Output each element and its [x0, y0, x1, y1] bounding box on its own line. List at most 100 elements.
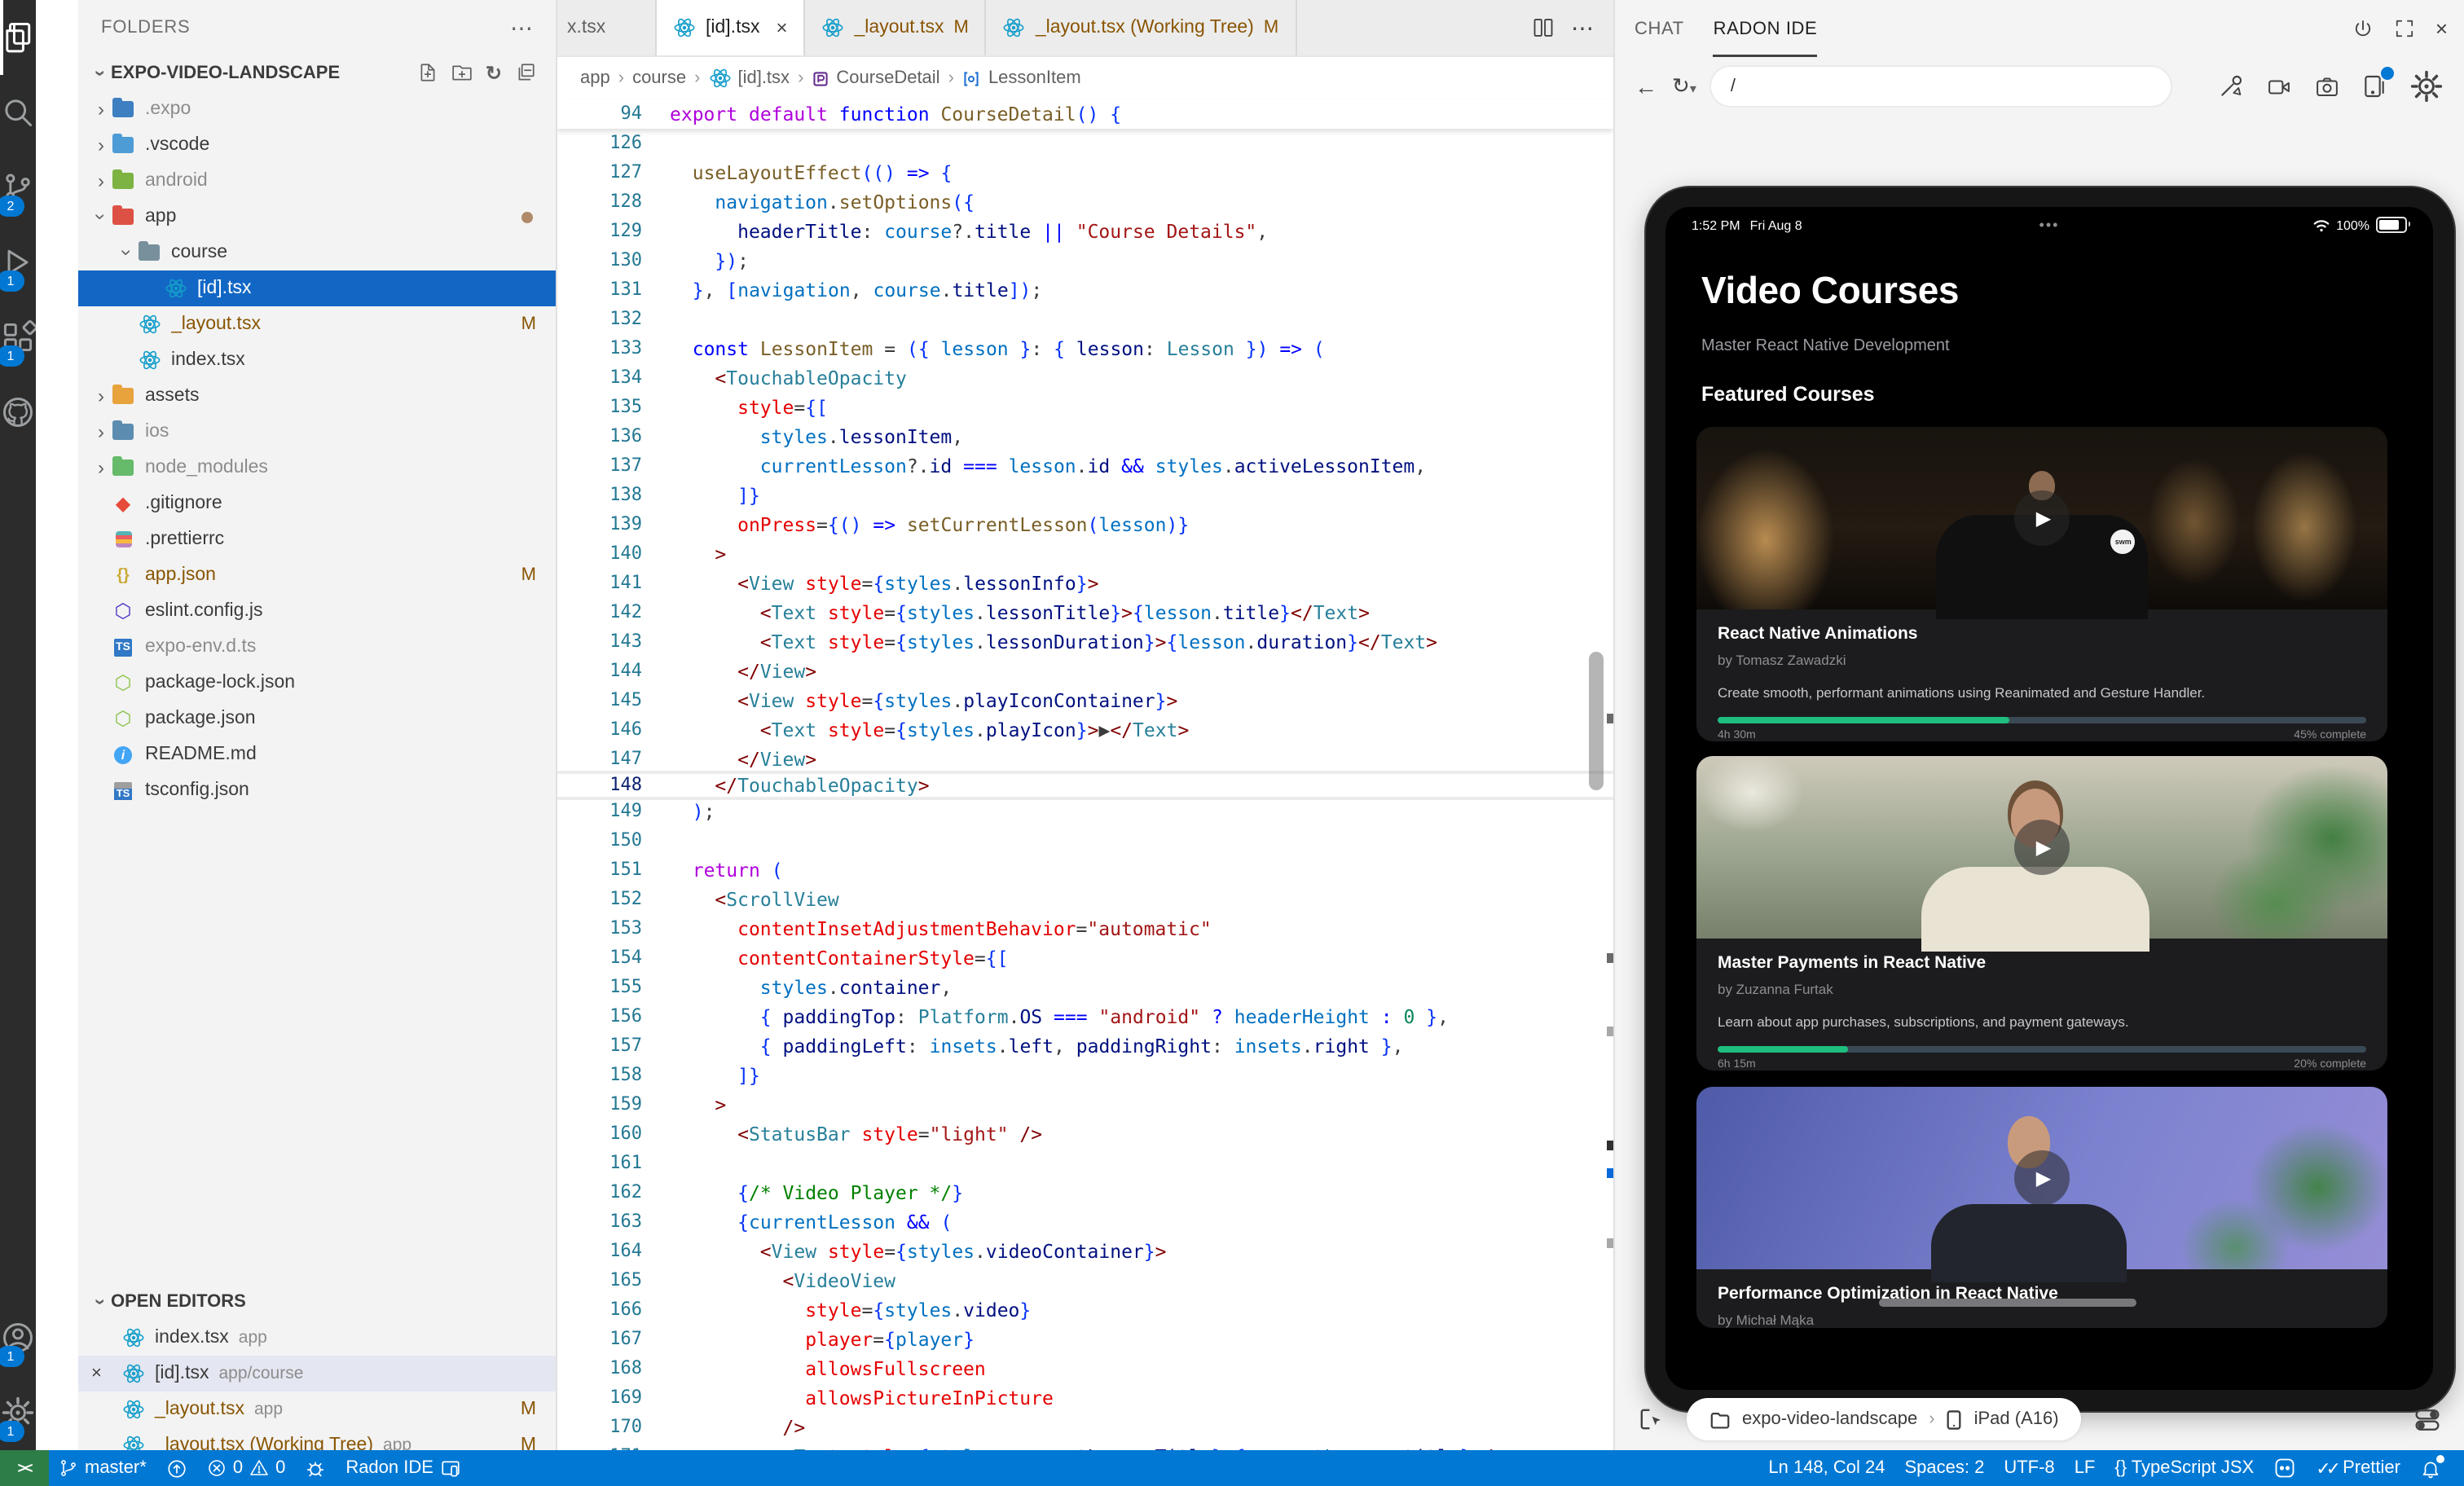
status-language[interactable]: {} TypeScript JSX [2105, 1450, 2264, 1486]
code-line-135[interactable]: 135 style={[ [557, 393, 1613, 422]
new-file-icon[interactable] [417, 62, 438, 85]
ipad-screen[interactable]: 1:52 PM Fri Aug 8 ••• 100% Video Courses… [1665, 207, 2433, 1390]
code-line-165[interactable]: 165 <VideoView [557, 1266, 1613, 1295]
code-line-164[interactable]: 164 <View style={styles.videoContainer}> [557, 1237, 1613, 1266]
code-line-161[interactable]: 161 [557, 1149, 1613, 1178]
code-line-143[interactable]: 143 <Text style={styles.lessonDuration}>… [557, 627, 1613, 657]
status-cursor-position[interactable]: Ln 148, Col 24 [1758, 1450, 1894, 1486]
tree-item--prettierrc[interactable]: .prettierrc [78, 521, 556, 557]
code-line-131[interactable]: 131 }, [navigation, course.title]); [557, 275, 1613, 305]
refresh-icon[interactable]: ↻ [486, 62, 502, 85]
activity-source-control[interactable]: 2 [0, 150, 36, 225]
activity-account[interactable]: 1 [0, 1300, 36, 1375]
tree-item-expo-env-d-ts[interactable]: TSexpo-env.d.ts [78, 629, 556, 665]
breadcrumb-item-coursedetail[interactable]: CourseDetail [812, 68, 939, 88]
status-branch[interactable]: master* [49, 1450, 156, 1486]
video-thumbnail[interactable]: ▶ [1696, 756, 2387, 939]
code-line-159[interactable]: 159 > [557, 1090, 1613, 1119]
status-radon-face[interactable] [2264, 1450, 2306, 1486]
video-thumbnail[interactable]: swm▶ [1696, 427, 2387, 609]
status-indentation[interactable]: Spaces: 2 [1895, 1450, 1995, 1486]
tree-item--gitignore[interactable]: ◆.gitignore [78, 486, 556, 521]
status-problems[interactable]: 00 [197, 1450, 296, 1486]
reload-icon[interactable]: ↻▾ [1672, 73, 1696, 99]
code-line-157[interactable]: 157 { paddingLeft: insets.left, paddingR… [557, 1031, 1613, 1061]
video-scrubber[interactable] [1879, 1299, 2136, 1306]
tree-item--vscode[interactable]: ›.vscode [78, 127, 556, 163]
settings-icon[interactable] [2409, 68, 2444, 104]
code-line-162[interactable]: 162 {/* Video Player */} [557, 1178, 1613, 1207]
tree-item-assets[interactable]: ›assets [78, 378, 556, 414]
panel-tab-chat[interactable]: CHAT [1635, 0, 1684, 57]
code-line-167[interactable]: 167 player={player} [557, 1325, 1613, 1354]
remote-indicator[interactable]: >< [0, 1450, 49, 1486]
back-icon[interactable]: ← [1635, 73, 1657, 99]
open-editor-index-tsx[interactable]: index.tsxapp [78, 1320, 556, 1356]
play-button[interactable]: ▶ [2014, 490, 2070, 546]
open-editor--layout-tsx[interactable]: _layout.tsxappM [78, 1391, 556, 1427]
code-line-144[interactable]: 144 </View> [557, 657, 1613, 686]
panel-tab-radon-ide[interactable]: RADON IDE [1714, 0, 1818, 57]
close-icon[interactable]: × [2435, 16, 2448, 41]
tree-item-course[interactable]: ›course [78, 235, 556, 270]
course-card[interactable]: ▶Performance Optimization in React Nativ… [1696, 1087, 2387, 1328]
activity-github[interactable] [0, 375, 36, 450]
code-line-148[interactable]: 148 </TouchableOpacity> [557, 771, 1613, 800]
code-line-168[interactable]: 168 allowsFullscreen [557, 1354, 1613, 1383]
code-line-169[interactable]: 169 allowsPictureInPicture [557, 1383, 1613, 1413]
tree-item--expo[interactable]: ›.expo [78, 91, 556, 127]
tree-item-ios[interactable]: ›ios [78, 414, 556, 450]
code-line-171[interactable]: 171 <Text style={styles.currentLessonTit… [557, 1442, 1613, 1450]
tree-item-readme-md[interactable]: iREADME.md [78, 736, 556, 772]
course-card[interactable]: ▶Master Payments in React Nativeby Zuzan… [1696, 756, 2387, 1070]
code-line-140[interactable]: 140 > [557, 539, 1613, 569]
code-line-156[interactable]: 156 { paddingTop: Platform.OS === "andro… [557, 1002, 1613, 1031]
tree-item-node-modules[interactable]: ›node_modules [78, 450, 556, 486]
activity-run-debug[interactable]: 1 [0, 225, 36, 300]
code-line-142[interactable]: 142 <Text style={styles.lessonTitle}>{le… [557, 598, 1613, 627]
tree-item-package-json[interactable]: ⬡package.json [78, 701, 556, 736]
code-line-129[interactable]: 129 headerTitle: course?.title || "Cours… [557, 217, 1613, 246]
activity-extensions[interactable]: 1 [0, 300, 36, 375]
status-notifications[interactable] [2410, 1450, 2451, 1486]
tools-icon[interactable] [2218, 73, 2244, 99]
tree-item--id-tsx[interactable]: [id].tsx [78, 270, 556, 306]
code-line-139[interactable]: 139 onPress={() => setCurrentLesson(less… [557, 510, 1613, 539]
editor-scrollbar[interactable] [1589, 652, 1604, 790]
code-line-152[interactable]: 152 <ScrollView [557, 885, 1613, 914]
new-folder-icon[interactable] [451, 62, 473, 85]
open-editor--id-tsx[interactable]: ×[id].tsxapp/course [78, 1356, 556, 1391]
tree-item-app-json[interactable]: {}app.jsonM [78, 557, 556, 593]
status-debug[interactable] [295, 1450, 336, 1486]
code-line-133[interactable]: 133 const LessonItem = ({ lesson }: { le… [557, 334, 1613, 363]
screenshot-icon[interactable] [2314, 74, 2340, 99]
close-icon[interactable]: × [91, 1364, 102, 1383]
play-button[interactable]: ▶ [2014, 820, 2070, 875]
inspect-icon[interactable] [1638, 1406, 1664, 1432]
status-encoding[interactable]: UTF-8 [1994, 1450, 2064, 1486]
activity-search[interactable] [0, 75, 36, 150]
project-root-row[interactable]: › EXPO-VIDEO-LANDSCAPE ↻ [78, 55, 556, 91]
tree-item-package-lock-json[interactable]: ⬡package-lock.json [78, 665, 556, 701]
code-line-166[interactable]: 166 style={styles.video} [557, 1295, 1613, 1325]
open-editors-header[interactable]: › OPEN EDITORS [78, 1284, 556, 1320]
tree-item-tsconfig-json[interactable]: TStsconfig.json [78, 772, 556, 808]
tab-x-tsx[interactable]: x.tsx [557, 0, 657, 55]
collapse-all-icon[interactable] [515, 62, 536, 85]
code-line-170[interactable]: 170 /> [557, 1413, 1613, 1442]
breadcrumb-item--id-tsx[interactable]: [id].tsx [708, 67, 790, 90]
code-line-146[interactable]: 146 <Text style={styles.playIcon}>▶</Tex… [557, 715, 1613, 745]
device-selector[interactable]: expo-video-landscape › iPad (A16) [1687, 1398, 2082, 1440]
tree-item-android[interactable]: ›android [78, 163, 556, 199]
more-actions-icon[interactable]: ⋯ [510, 14, 533, 42]
code-line-141[interactable]: 141 <View style={styles.lessonInfo}> [557, 569, 1613, 598]
device-settings-toggles-icon[interactable] [2413, 1407, 2441, 1431]
split-editor-icon[interactable] [1532, 16, 1555, 39]
tab--layout-tsx[interactable]: _layout.tsxM [806, 0, 987, 55]
code-line-150[interactable]: 150 [557, 826, 1613, 855]
play-button[interactable]: ▶ [2014, 1150, 2070, 1206]
activity-explorer[interactable] [0, 0, 36, 75]
status-eol[interactable]: LF [2065, 1450, 2105, 1486]
breadcrumb-item-app[interactable]: app [580, 68, 610, 88]
code-line-136[interactable]: 136 styles.lessonItem, [557, 422, 1613, 451]
